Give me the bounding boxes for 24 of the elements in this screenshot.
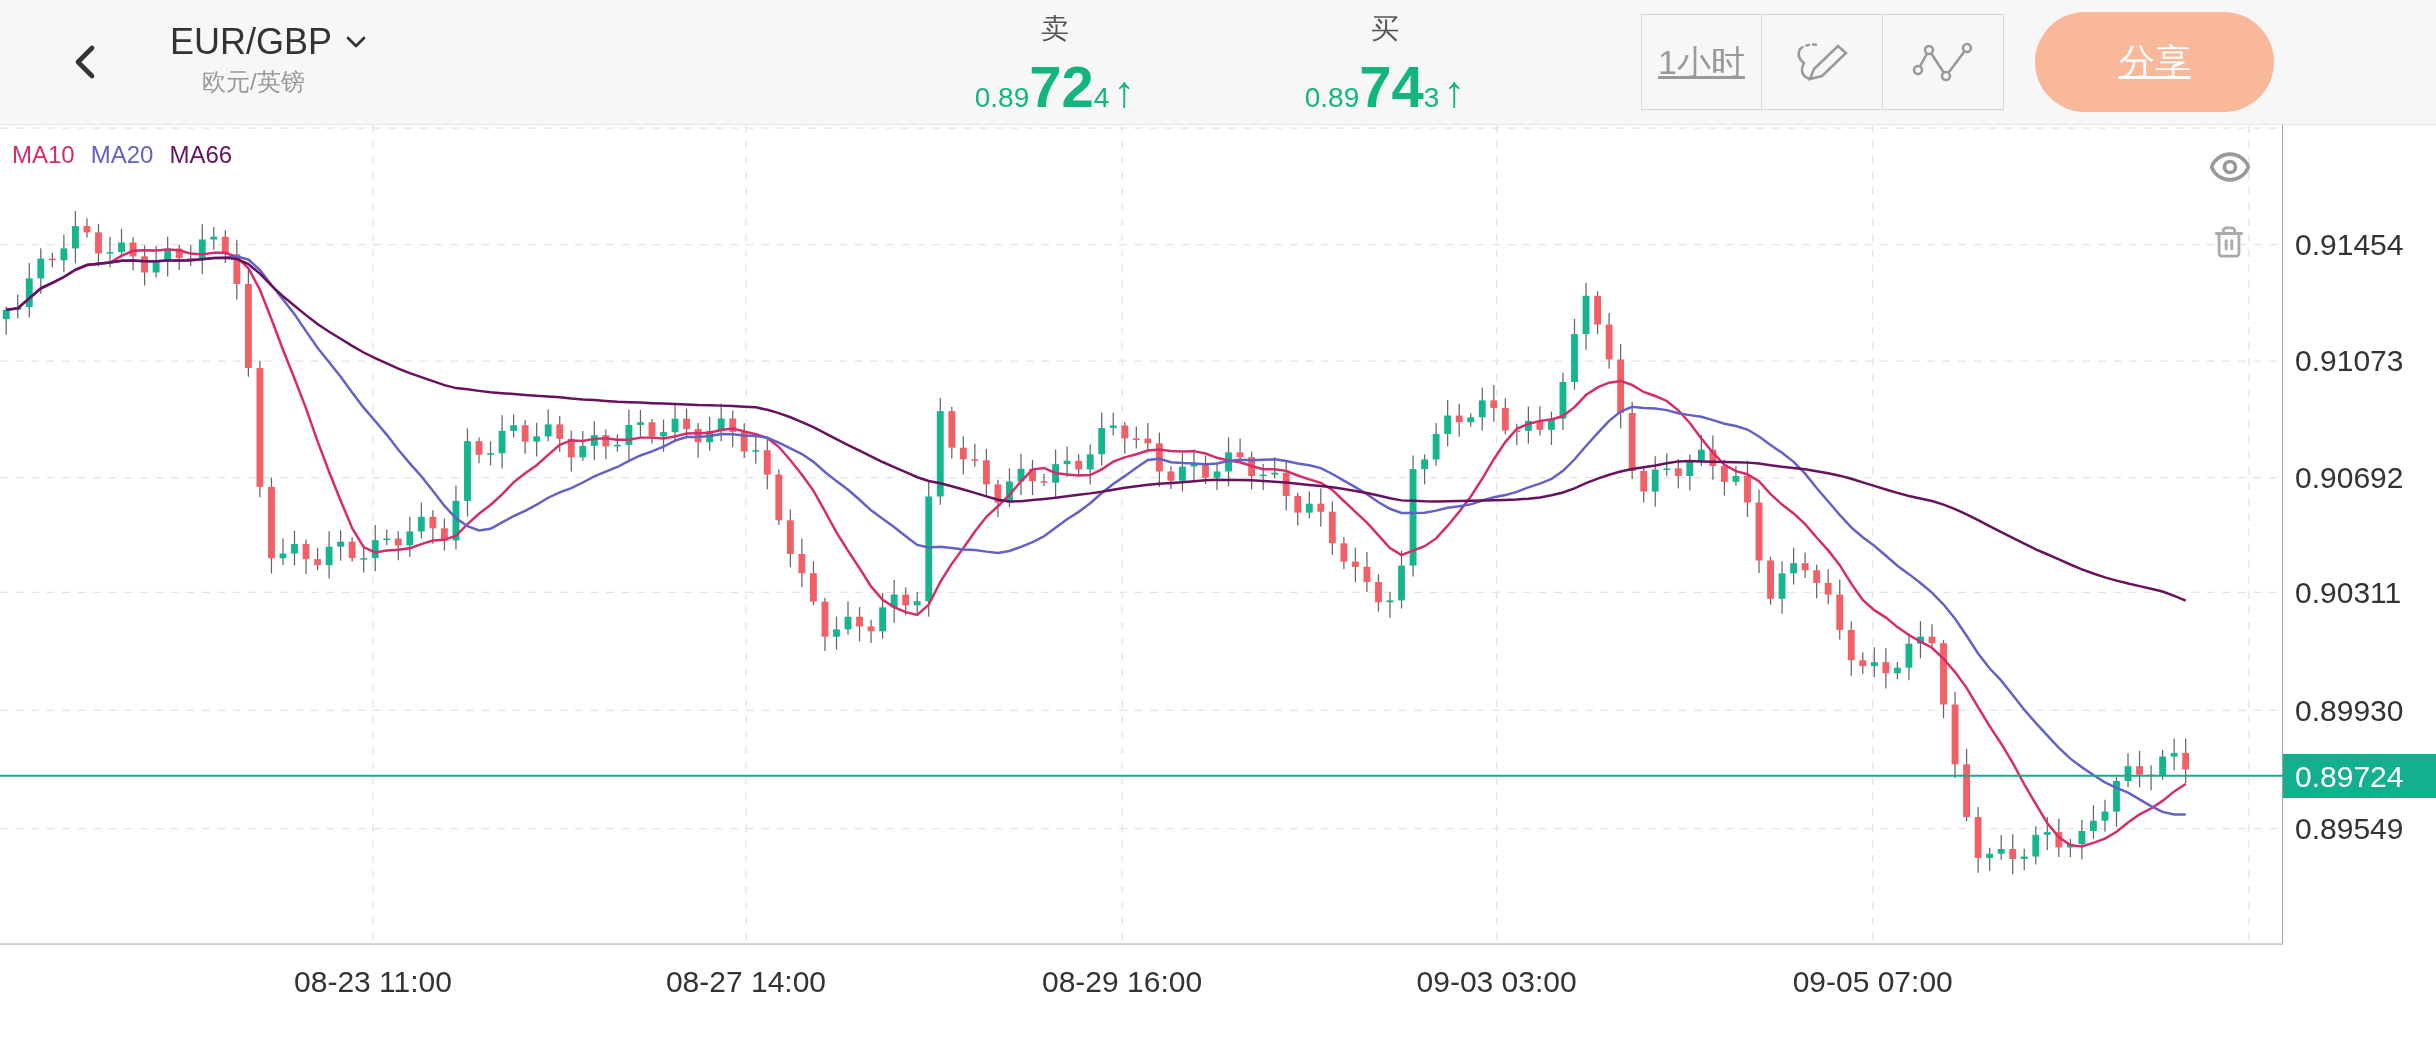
y-axis-label: 0.89549	[2295, 814, 2404, 844]
quote-label: 卖	[1041, 12, 1069, 46]
quote-price: 0.89743↑	[1304, 58, 1466, 116]
y-axis-label: 0.90692	[2295, 462, 2404, 493]
x-axis-label: 09-03 03:00	[1415, 967, 1578, 997]
x-axis-label: 08-23 11:00	[293, 967, 453, 997]
x-axis-label: 08-27 14:00	[664, 967, 828, 997]
x-axis-label: 09-05 07:00	[1791, 967, 1954, 997]
y-axis-label: 0.91454	[2295, 229, 2404, 260]
y-axis-label: 0.90311	[2295, 577, 2402, 608]
delete-icon[interactable]	[2212, 225, 2246, 259]
y-axis-label: 0.91073	[2295, 346, 2404, 377]
current-price-badge: 0.89724	[2283, 754, 2436, 799]
symbol-subtitle: 欧元/英镑	[202, 67, 306, 97]
quote-price: 0.89724↑	[974, 58, 1136, 116]
legend-label: MA10	[12, 140, 75, 170]
share-button[interactable]: 分享	[2035, 12, 2274, 112]
symbol-title[interactable]: EUR/GBP	[170, 24, 333, 60]
quote-label: 买	[1371, 12, 1399, 46]
legend-label: MA20	[90, 140, 154, 170]
line-chart-icon	[1912, 42, 1974, 82]
x-axis-label: 08-29 16:00	[1041, 967, 1204, 997]
legend-label: MA66	[169, 140, 233, 170]
y-axis-label: 0.89930	[2295, 695, 2404, 726]
